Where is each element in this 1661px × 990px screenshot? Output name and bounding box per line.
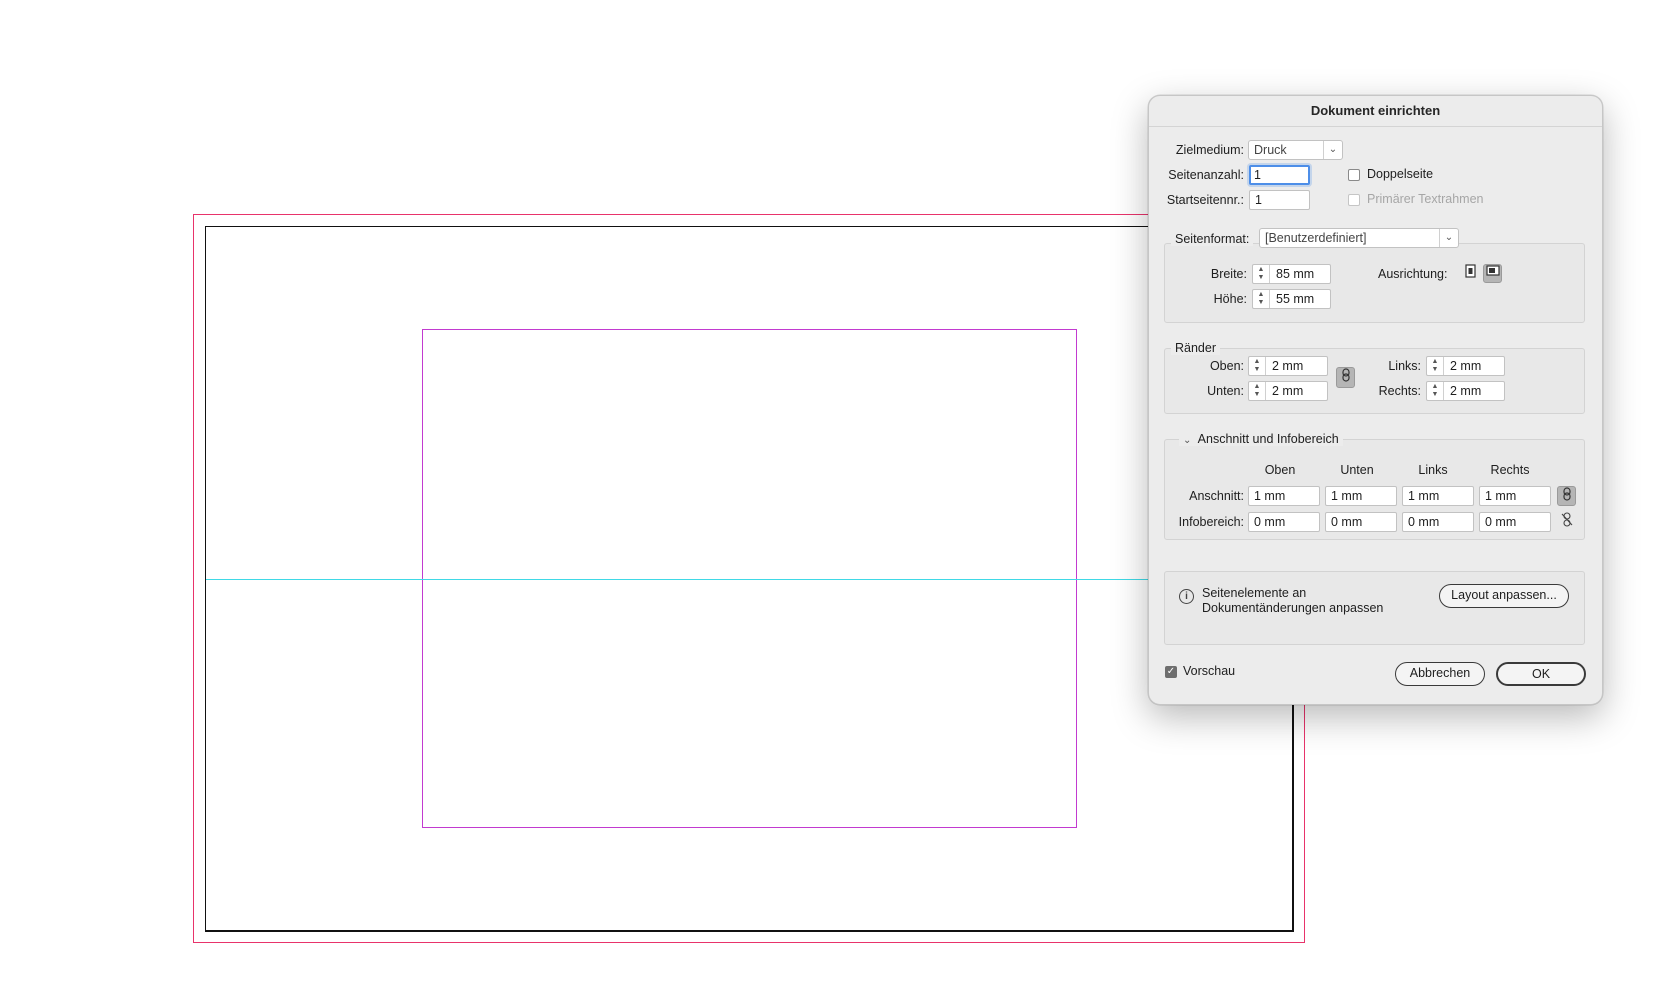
chevron-down-icon: ⌄ <box>1439 229 1458 247</box>
startseitennr-input[interactable]: 1 <box>1249 190 1310 210</box>
raender-oben-value: 2 mm <box>1272 359 1304 373</box>
raender-unten-label: Unten: <box>1207 384 1244 398</box>
column-links: Links <box>1418 463 1448 477</box>
seitenformat-value: [Benutzerdefiniert] <box>1265 231 1367 245</box>
hoehe-stepper[interactable]: ▲ ▼ 55 mm <box>1252 289 1331 309</box>
chevron-down-icon: ⌄ <box>1323 141 1342 159</box>
raender-links-stepper[interactable]: ▲ ▼ 2 mm <box>1426 356 1505 376</box>
raender-title: Ränder <box>1171 341 1220 355</box>
vorschau-label: Vorschau <box>1183 664 1236 678</box>
primaerer-textrahmen-checkbox[interactable] <box>1348 194 1360 206</box>
hoehe-label: Höhe: <box>1213 292 1247 306</box>
raender-links-label: Links: <box>1388 359 1421 373</box>
breite-label: Breite: <box>1210 267 1247 281</box>
anschnitt-infobereich-header[interactable]: ⌄ Anschnitt und Infobereich <box>1179 432 1343 446</box>
ruler-guide-horizontal[interactable] <box>206 579 1156 580</box>
stepper-arrows-icon[interactable]: ▲ ▼ <box>1427 357 1444 375</box>
layout-info-line1: Seitenelemente an <box>1202 586 1307 600</box>
raender-oben-label: Oben: <box>1209 359 1244 373</box>
infobereich-links-input[interactable]: 0 mm <box>1402 512 1474 532</box>
raender-links-value: 2 mm <box>1450 359 1482 373</box>
document-setup-dialog: Dokument einrichten Zielmedium: Druck ⌄ … <box>1148 95 1603 705</box>
startseitennr-label: Startseitennr.: <box>1166 193 1244 207</box>
zielmedium-value: Druck <box>1254 143 1287 157</box>
layout-anpassen-button[interactable]: Layout anpassen... <box>1439 584 1569 608</box>
infobereich-label: Infobereich: <box>1178 515 1244 529</box>
anschnitt-infobereich-title: Anschnitt und Infobereich <box>1197 432 1339 446</box>
stepper-arrows-icon[interactable]: ▲ ▼ <box>1249 357 1266 375</box>
zielmedium-select[interactable]: Druck ⌄ <box>1248 140 1343 160</box>
landscape-icon[interactable] <box>1483 264 1502 283</box>
hoehe-value: 55 mm <box>1276 292 1315 306</box>
column-unten: Unten <box>1340 463 1374 477</box>
seitenformat-select[interactable]: [Benutzerdefiniert] ⌄ <box>1259 228 1459 248</box>
ausrichtung-label: Ausrichtung: <box>1378 267 1448 281</box>
seitenanzahl-input[interactable]: 1 <box>1249 165 1310 185</box>
anschnitt-label: Anschnitt: <box>1189 489 1244 503</box>
anschnitt-unten-input[interactable]: 1 mm <box>1325 486 1397 506</box>
layout-info-line2: Dokumentänderungen anpassen <box>1202 601 1384 615</box>
column-rechts: Rechts <box>1490 463 1530 477</box>
vorschau-checkbox[interactable]: ✓ <box>1165 666 1177 678</box>
anschnitt-links-input[interactable]: 1 mm <box>1402 486 1474 506</box>
stepper-arrows-icon[interactable]: ▲ ▼ <box>1253 290 1270 308</box>
checkmark-icon: ✓ <box>1166 666 1176 677</box>
raender-unten-stepper[interactable]: ▲ ▼ 2 mm <box>1248 381 1328 401</box>
stepper-arrows-icon[interactable]: ▲ ▼ <box>1253 265 1270 283</box>
ok-button[interactable]: OK <box>1496 662 1586 686</box>
raender-rechts-stepper[interactable]: ▲ ▼ 2 mm <box>1426 381 1505 401</box>
infobereich-rechts-input[interactable]: 0 mm <box>1479 512 1551 532</box>
stepper-arrows-icon[interactable]: ▲ ▼ <box>1427 382 1444 400</box>
unlink-icon[interactable] <box>1557 512 1576 532</box>
seitenanzahl-label: Seitenanzahl: <box>1168 168 1244 182</box>
link-icon[interactable] <box>1336 367 1355 388</box>
anschnitt-oben-input[interactable]: 1 mm <box>1248 486 1320 506</box>
anschnitt-rechts-input[interactable]: 1 mm <box>1479 486 1551 506</box>
portrait-icon[interactable] <box>1461 264 1480 283</box>
disclosure-triangle-icon[interactable]: ⌄ <box>1183 435 1191 446</box>
raender-group <box>1164 348 1585 414</box>
raender-rechts-value: 2 mm <box>1450 384 1482 398</box>
doppelseite-label: Doppelseite <box>1367 167 1434 181</box>
breite-value: 85 mm <box>1276 267 1315 281</box>
column-oben: Oben <box>1264 463 1296 477</box>
zielmedium-label: Zielmedium: <box>1175 143 1244 157</box>
stepper-arrows-icon[interactable]: ▲ ▼ <box>1249 382 1266 400</box>
cancel-button[interactable]: Abbrechen <box>1395 662 1485 686</box>
seitenformat-group <box>1164 243 1585 323</box>
seitenformat-label: Seitenformat: <box>1171 232 1254 246</box>
info-icon: i <box>1179 589 1194 604</box>
link-icon[interactable] <box>1557 486 1576 506</box>
infobereich-unten-input[interactable]: 0 mm <box>1325 512 1397 532</box>
infobereich-oben-input[interactable]: 0 mm <box>1248 512 1320 532</box>
primaerer-textrahmen-label: Primärer Textrahmen <box>1367 192 1484 206</box>
breite-stepper[interactable]: ▲ ▼ 85 mm <box>1252 264 1331 284</box>
dialog-title: Dokument einrichten <box>1149 96 1602 127</box>
doppelseite-checkbox[interactable] <box>1348 169 1360 181</box>
raender-oben-stepper[interactable]: ▲ ▼ 2 mm <box>1248 356 1328 376</box>
raender-unten-value: 2 mm <box>1272 384 1304 398</box>
raender-rechts-label: Rechts: <box>1378 384 1421 398</box>
